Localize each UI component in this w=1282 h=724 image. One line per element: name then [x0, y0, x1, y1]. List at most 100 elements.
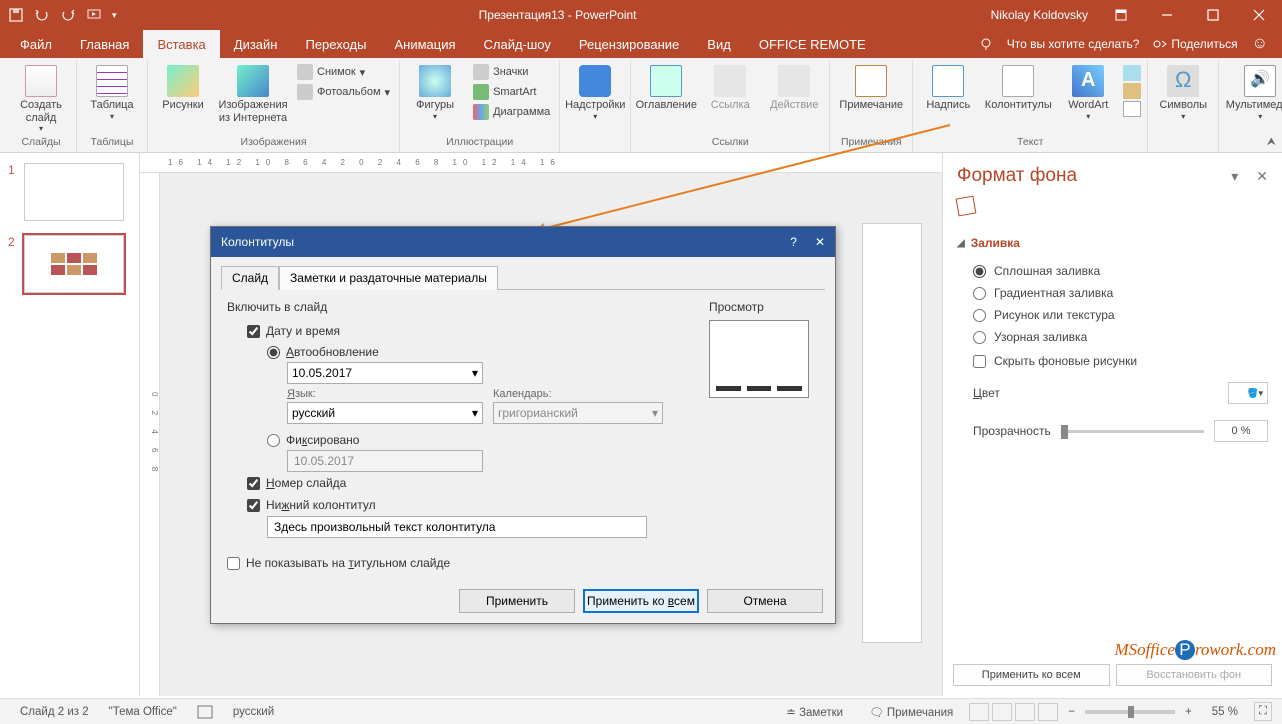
- pictures-button[interactable]: Рисунки: [154, 63, 212, 114]
- language-select[interactable]: русский▾: [287, 402, 483, 424]
- save-icon[interactable]: [8, 7, 24, 23]
- new-slide-button[interactable]: Создать слайд▾: [12, 63, 70, 135]
- apply-all-button[interactable]: Применить ко всем: [953, 664, 1110, 686]
- ribbon-options-icon[interactable]: [1098, 0, 1144, 30]
- tab-insert[interactable]: Вставка: [143, 30, 219, 58]
- dialog-close-icon[interactable]: ✕: [815, 235, 825, 249]
- tab-transitions[interactable]: Переходы: [291, 30, 380, 58]
- footer-text-input[interactable]: [267, 516, 647, 538]
- thumbnail-2[interactable]: 2: [8, 235, 131, 293]
- maximize-icon[interactable]: [1190, 0, 1236, 30]
- undo-icon[interactable]: [34, 7, 50, 23]
- slide-number-icon[interactable]: [1123, 83, 1141, 99]
- qat-dropdown-icon[interactable]: ▾: [112, 10, 117, 21]
- screenshot-button[interactable]: Снимок ▾: [294, 63, 393, 81]
- zoom-in-icon[interactable]: +: [1181, 706, 1196, 718]
- pane-options-icon[interactable]: ▾: [1231, 168, 1238, 185]
- slide-canvas[interactable]: [862, 223, 922, 643]
- fit-to-window-icon[interactable]: ⛶: [1254, 702, 1272, 721]
- wordart-button[interactable]: AWordArt▾: [1059, 63, 1117, 123]
- reset-bg-button[interactable]: Восстановить фон: [1116, 664, 1273, 686]
- shapes-button[interactable]: Фигуры▾: [406, 63, 464, 123]
- textbox-button[interactable]: Надпись: [919, 63, 977, 114]
- object-icon[interactable]: [1123, 101, 1141, 117]
- transparency-spinner[interactable]: 0 %: [1214, 420, 1268, 442]
- date-format-select[interactable]: 10.05.2017▾: [287, 362, 483, 384]
- dont-show-title-checkbox[interactable]: Не показывать на титульном слайде: [227, 552, 695, 574]
- tab-file[interactable]: Файл: [6, 30, 66, 58]
- user-name[interactable]: Nikolay Koldovsky: [991, 8, 1098, 22]
- comment-button[interactable]: Примечание: [836, 63, 906, 114]
- online-pictures-button[interactable]: Изображения из Интернета: [218, 63, 288, 126]
- tab-view[interactable]: Вид: [693, 30, 745, 58]
- zoom-level[interactable]: 55 %: [1202, 706, 1248, 718]
- calendar-select[interactable]: григорианский▾: [493, 402, 663, 424]
- smartart-button[interactable]: SmartArt: [470, 83, 553, 101]
- date-time-icon[interactable]: [1123, 65, 1141, 81]
- vertical-ruler[interactable]: 0 2 4 6 8: [140, 173, 160, 696]
- notes-button[interactable]: ≐ Заметки: [776, 705, 853, 719]
- slide-indicator[interactable]: Слайд 2 из 2: [10, 706, 99, 718]
- tab-design[interactable]: Дизайн: [220, 30, 292, 58]
- header-footer-button[interactable]: Колонтитулы: [983, 63, 1053, 114]
- dialog-tab-slide[interactable]: Слайд: [221, 266, 279, 290]
- addins-button[interactable]: Надстройки▾: [566, 63, 624, 123]
- tell-me-input[interactable]: Что вы хотите сделать?: [1007, 37, 1140, 51]
- close-icon[interactable]: [1236, 0, 1282, 30]
- fill-solid-radio[interactable]: Сплошная заливка: [957, 260, 1268, 282]
- fixed-radio[interactable]: Фиксировано: [227, 430, 695, 450]
- hide-bg-checkbox[interactable]: Скрыть фоновые рисунки: [957, 348, 1268, 374]
- spellcheck-icon[interactable]: [187, 705, 223, 719]
- icons-button[interactable]: Значки: [470, 63, 553, 81]
- theme-indicator[interactable]: "Тема Office": [99, 706, 187, 718]
- footer-checkbox[interactable]: Нижний колонтитул: [227, 494, 695, 516]
- group-comments-label: Примечания: [841, 136, 902, 150]
- dialog-help-icon[interactable]: ?: [790, 235, 797, 249]
- slide-number-checkbox[interactable]: Номер слайда: [227, 472, 695, 494]
- start-slideshow-icon[interactable]: [86, 7, 102, 23]
- action-button[interactable]: Действие: [765, 63, 823, 114]
- fill-section-header[interactable]: ◢Заливка: [957, 236, 1268, 250]
- horizontal-ruler[interactable]: 16 14 12 10 8 6 4 2 0 2 4 6 8 10 12 14 1…: [140, 153, 942, 173]
- transparency-slider[interactable]: [1061, 430, 1204, 433]
- tab-slideshow[interactable]: Слайд-шоу: [470, 30, 565, 58]
- slideshow-view-icon[interactable]: [1038, 703, 1058, 721]
- zoom-slider[interactable]: [1085, 710, 1175, 714]
- normal-view-icon[interactable]: [969, 703, 989, 721]
- media-button[interactable]: 🔊Мультимедиа▾: [1225, 63, 1282, 123]
- tab-office-remote[interactable]: OFFICE REMOTE: [745, 30, 880, 58]
- sorter-view-icon[interactable]: [992, 703, 1012, 721]
- reading-view-icon[interactable]: [1015, 703, 1035, 721]
- comments-button[interactable]: 🗨 Примечания: [859, 705, 963, 719]
- link-button[interactable]: Ссылка: [701, 63, 759, 114]
- share-button[interactable]: Поделиться: [1153, 37, 1237, 51]
- date-time-checkbox[interactable]: Дату и время: [227, 320, 695, 342]
- emoji-icon[interactable]: ☺: [1252, 35, 1268, 53]
- pane-close-icon[interactable]: ✕: [1256, 168, 1268, 185]
- fill-bucket-icon[interactable]: [956, 196, 977, 217]
- zoom-out-icon[interactable]: −: [1064, 706, 1079, 718]
- thumbnail-1[interactable]: 1: [8, 163, 131, 221]
- apply-button[interactable]: Применить: [459, 589, 575, 613]
- auto-update-radio[interactable]: Автообновление: [227, 342, 695, 362]
- chart-button[interactable]: Диаграмма: [470, 103, 553, 121]
- fixed-date-input[interactable]: [287, 450, 483, 472]
- redo-icon[interactable]: [60, 7, 76, 23]
- tab-review[interactable]: Рецензирование: [565, 30, 693, 58]
- apply-all-button[interactable]: Применить ко всем: [583, 589, 699, 613]
- fill-pattern-radio[interactable]: Узорная заливка: [957, 326, 1268, 348]
- dialog-tab-notes[interactable]: Заметки и раздаточные материалы: [279, 266, 498, 290]
- photo-album-button[interactable]: Фотоальбом ▾: [294, 83, 393, 101]
- symbols-button[interactable]: ΩСимволы▾: [1154, 63, 1212, 123]
- language-indicator[interactable]: русский: [223, 706, 284, 718]
- tab-home[interactable]: Главная: [66, 30, 143, 58]
- collapse-ribbon-icon[interactable]: ⮝: [1267, 136, 1276, 149]
- minimize-icon[interactable]: [1144, 0, 1190, 30]
- color-picker[interactable]: 🪣▾: [1228, 382, 1268, 404]
- toc-button[interactable]: Оглавление: [637, 63, 695, 114]
- tab-animation[interactable]: Анимация: [380, 30, 469, 58]
- table-button[interactable]: Таблица▾: [83, 63, 141, 123]
- fill-picture-radio[interactable]: Рисунок или текстура: [957, 304, 1268, 326]
- fill-gradient-radio[interactable]: Градиентная заливка: [957, 282, 1268, 304]
- cancel-button[interactable]: Отмена: [707, 589, 823, 613]
